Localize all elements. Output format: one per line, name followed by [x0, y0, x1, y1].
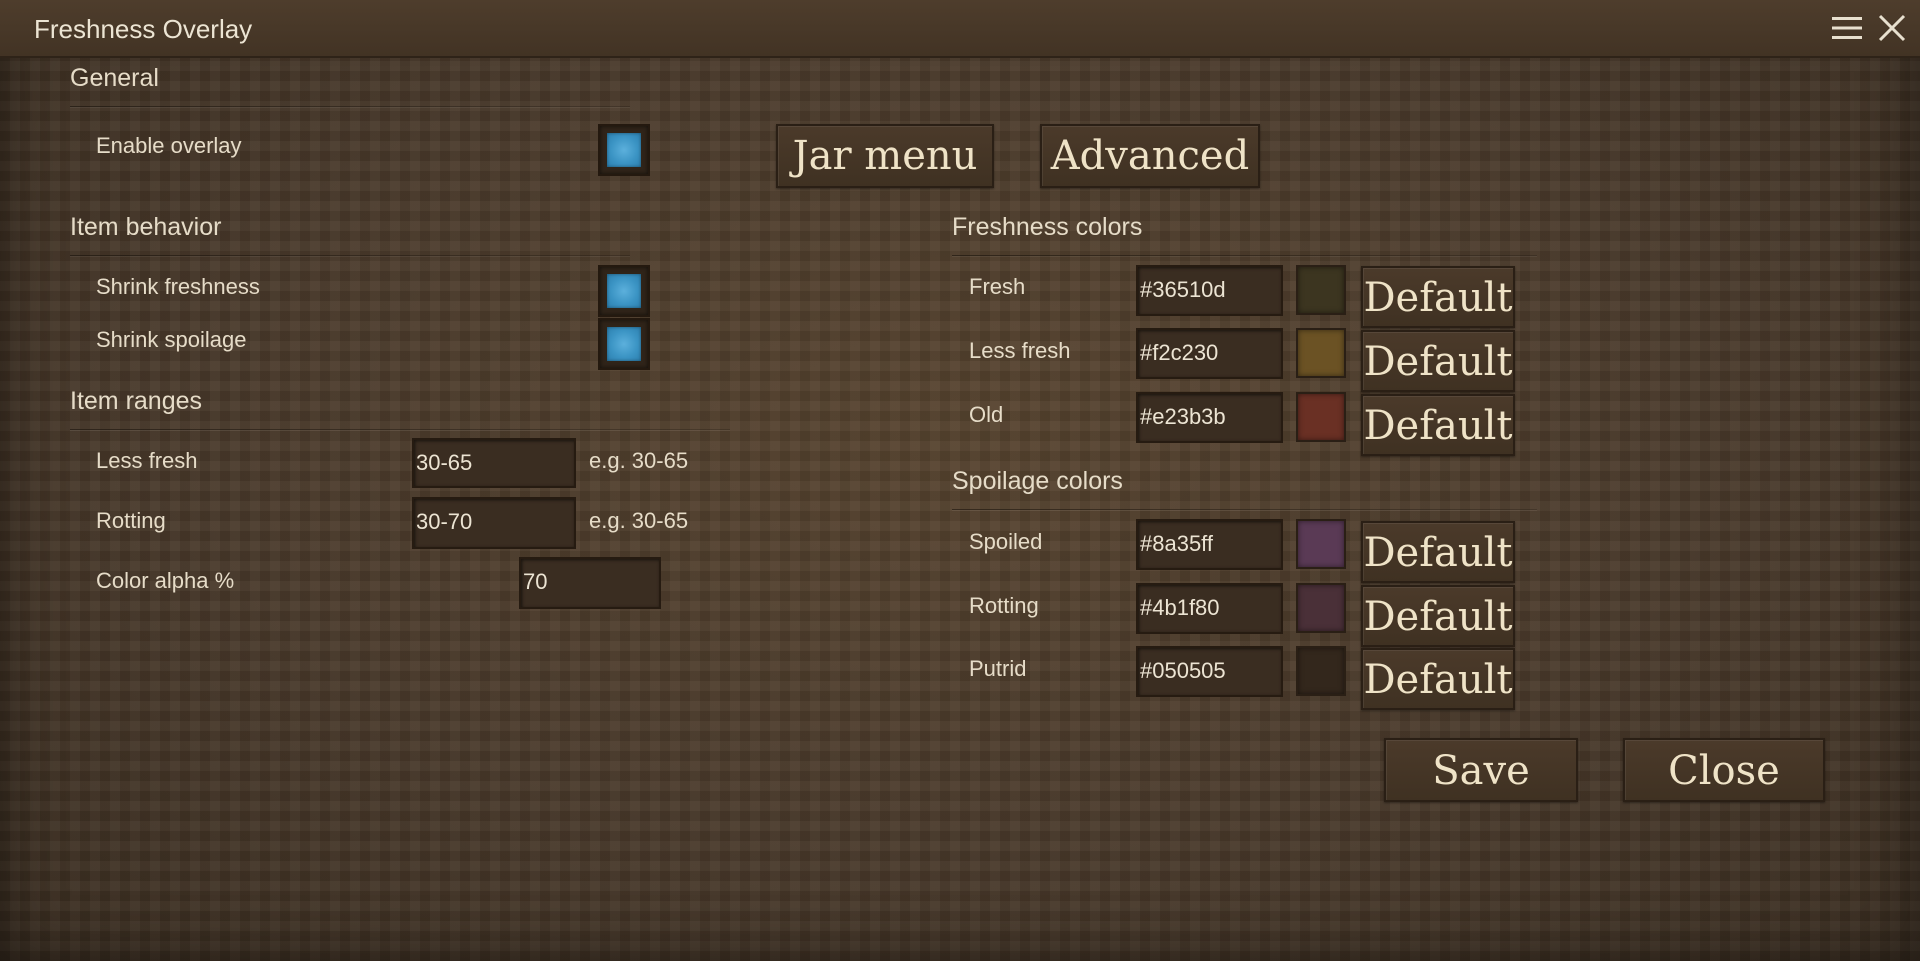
rotting-color-label: Rotting — [969, 593, 1039, 618]
checkbox-checked-mark — [607, 274, 641, 308]
rotting-range-input[interactable]: 30-70 — [412, 497, 576, 549]
shrink-freshness-checkbox[interactable] — [598, 265, 650, 317]
freshness-overlay-dialog: Freshness Overlay General Enable overlay… — [0, 0, 1920, 961]
section-item-ranges-divider — [70, 429, 730, 430]
less-fresh-range-label: Less fresh — [96, 448, 198, 473]
less-fresh-color-swatch[interactable] — [1296, 328, 1346, 378]
spoiled-color-swatch[interactable] — [1296, 519, 1346, 569]
section-item-ranges-header: Item ranges — [70, 387, 203, 415]
less-fresh-range-hint: e.g. 30-65 — [589, 448, 689, 473]
less-fresh-color-default-button[interactable]: Default — [1361, 330, 1515, 392]
old-color-default-button[interactable]: Default — [1361, 394, 1515, 456]
putrid-color-swatch[interactable] — [1296, 646, 1346, 696]
title-bar — [0, 0, 1920, 58]
putrid-color-input[interactable]: #050505 — [1136, 646, 1283, 697]
fresh-color-default-button[interactable]: Default — [1361, 266, 1515, 328]
rotting-range-label: Rotting — [96, 508, 166, 533]
old-color-input[interactable]: #e23b3b — [1136, 392, 1283, 443]
close-button[interactable]: Close — [1623, 738, 1825, 802]
section-item-behavior-divider — [70, 255, 630, 256]
color-alpha-label: Color alpha % — [96, 568, 235, 593]
rotting-color-default-button[interactable]: Default — [1361, 585, 1515, 647]
close-icon[interactable] — [1876, 12, 1908, 44]
fresh-color-swatch[interactable] — [1296, 265, 1346, 315]
advanced-button[interactable]: Advanced — [1040, 124, 1260, 188]
spoiled-color-default-button[interactable]: Default — [1361, 521, 1515, 583]
old-color-label: Old — [969, 402, 1004, 427]
rotting-color-input[interactable]: #4b1f80 — [1136, 583, 1283, 634]
shrink-freshness-label: Shrink freshness — [96, 274, 260, 299]
spoiled-color-input[interactable]: #8a35ff — [1136, 519, 1283, 570]
hamburger-menu-icon-graphic — [1832, 17, 1862, 39]
rotting-color-swatch[interactable] — [1296, 583, 1346, 633]
section-general-header: General — [70, 64, 159, 92]
close-x-icon-graphic — [1878, 14, 1906, 42]
section-general-divider — [70, 106, 630, 107]
shrink-spoilage-checkbox[interactable] — [598, 318, 650, 370]
putrid-color-label: Putrid — [969, 656, 1027, 681]
section-spoilage-colors-divider — [952, 509, 1537, 510]
color-alpha-input[interactable]: 70 — [519, 557, 661, 609]
section-item-behavior-header: Item behavior — [70, 213, 222, 241]
rotting-range-hint: e.g. 30-65 — [589, 508, 689, 533]
enable-overlay-label: Enable overlay — [96, 133, 242, 158]
section-freshness-colors-divider — [952, 255, 1537, 256]
section-freshness-colors-header: Freshness colors — [952, 213, 1143, 241]
checkbox-checked-mark — [607, 327, 641, 361]
checkbox-checked-mark — [607, 133, 641, 167]
less-fresh-range-input[interactable]: 30-65 — [412, 438, 576, 488]
fresh-color-input[interactable]: #36510d — [1136, 265, 1283, 316]
less-fresh-color-input[interactable]: #f2c230 — [1136, 328, 1283, 379]
jar-menu-button[interactable]: Jar menu — [776, 124, 994, 188]
hamburger-menu-icon[interactable] — [1830, 14, 1864, 42]
shrink-spoilage-label: Shrink spoilage — [96, 327, 247, 352]
less-fresh-color-label: Less fresh — [969, 338, 1071, 363]
fresh-color-label: Fresh — [969, 274, 1026, 299]
spoiled-color-label: Spoiled — [969, 529, 1043, 554]
putrid-color-default-button[interactable]: Default — [1361, 648, 1515, 710]
save-button[interactable]: Save — [1384, 738, 1578, 802]
enable-overlay-checkbox[interactable] — [598, 124, 650, 176]
dialog-title: Freshness Overlay — [34, 14, 253, 44]
old-color-swatch[interactable] — [1296, 392, 1346, 442]
section-spoilage-colors-header: Spoilage colors — [952, 467, 1123, 495]
